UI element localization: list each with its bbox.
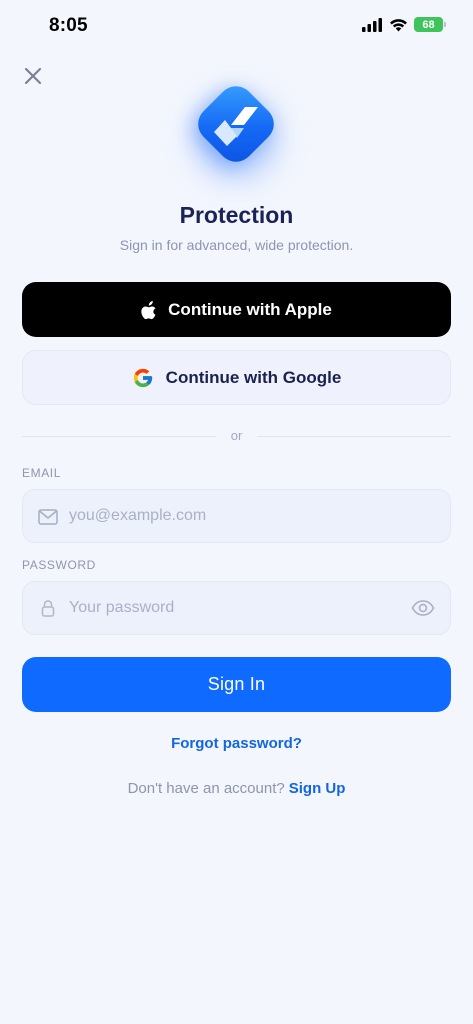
lock-icon bbox=[41, 600, 55, 617]
page-subtitle: Sign in for advanced, wide protection. bbox=[119, 237, 354, 253]
status-icons: 68 bbox=[362, 17, 446, 32]
email-field[interactable] bbox=[22, 489, 451, 543]
apple-button-label: Continue with Apple bbox=[168, 299, 332, 319]
sign-up-link[interactable]: Sign Up bbox=[289, 780, 346, 797]
logo-mark-icon bbox=[214, 107, 258, 146]
status-time: 8:05 bbox=[49, 15, 88, 36]
apple-icon bbox=[141, 300, 156, 319]
page-title: Protection bbox=[179, 202, 294, 228]
close-icon bbox=[24, 67, 42, 85]
sign-in-label: Sign In bbox=[207, 674, 266, 694]
login-screen: 8:05 68 Protection Sign in for advanced,… bbox=[0, 0, 473, 1024]
eye-icon[interactable] bbox=[411, 600, 435, 616]
password-input[interactable] bbox=[69, 582, 399, 634]
signup-row: Don't have an account? Sign Up bbox=[0, 780, 473, 797]
app-logo bbox=[187, 78, 285, 180]
forgot-password-link[interactable]: Forgot password? bbox=[0, 735, 473, 752]
continue-with-apple-button[interactable]: Continue with Apple bbox=[22, 282, 451, 337]
continue-with-google-button[interactable]: Continue with Google bbox=[22, 350, 451, 405]
google-button-label: Continue with Google bbox=[165, 367, 342, 387]
battery-level: 68 bbox=[422, 18, 435, 31]
battery-icon: 68 bbox=[414, 17, 446, 32]
password-label: PASSWORD bbox=[22, 558, 96, 572]
signup-prompt: Don't have an account? bbox=[127, 780, 285, 797]
wifi-icon bbox=[390, 18, 407, 31]
email-label: EMAIL bbox=[22, 466, 62, 480]
close-button[interactable] bbox=[22, 65, 44, 87]
cellular-signal-icon bbox=[362, 17, 382, 32]
or-divider: or bbox=[22, 427, 451, 445]
mail-icon bbox=[38, 509, 58, 525]
sign-in-button[interactable]: Sign In bbox=[22, 657, 451, 712]
status-bar: 8:05 68 bbox=[0, 0, 473, 54]
google-icon bbox=[133, 368, 152, 387]
divider-line-right bbox=[257, 436, 451, 437]
email-input[interactable] bbox=[69, 490, 399, 542]
password-field[interactable] bbox=[22, 581, 451, 635]
